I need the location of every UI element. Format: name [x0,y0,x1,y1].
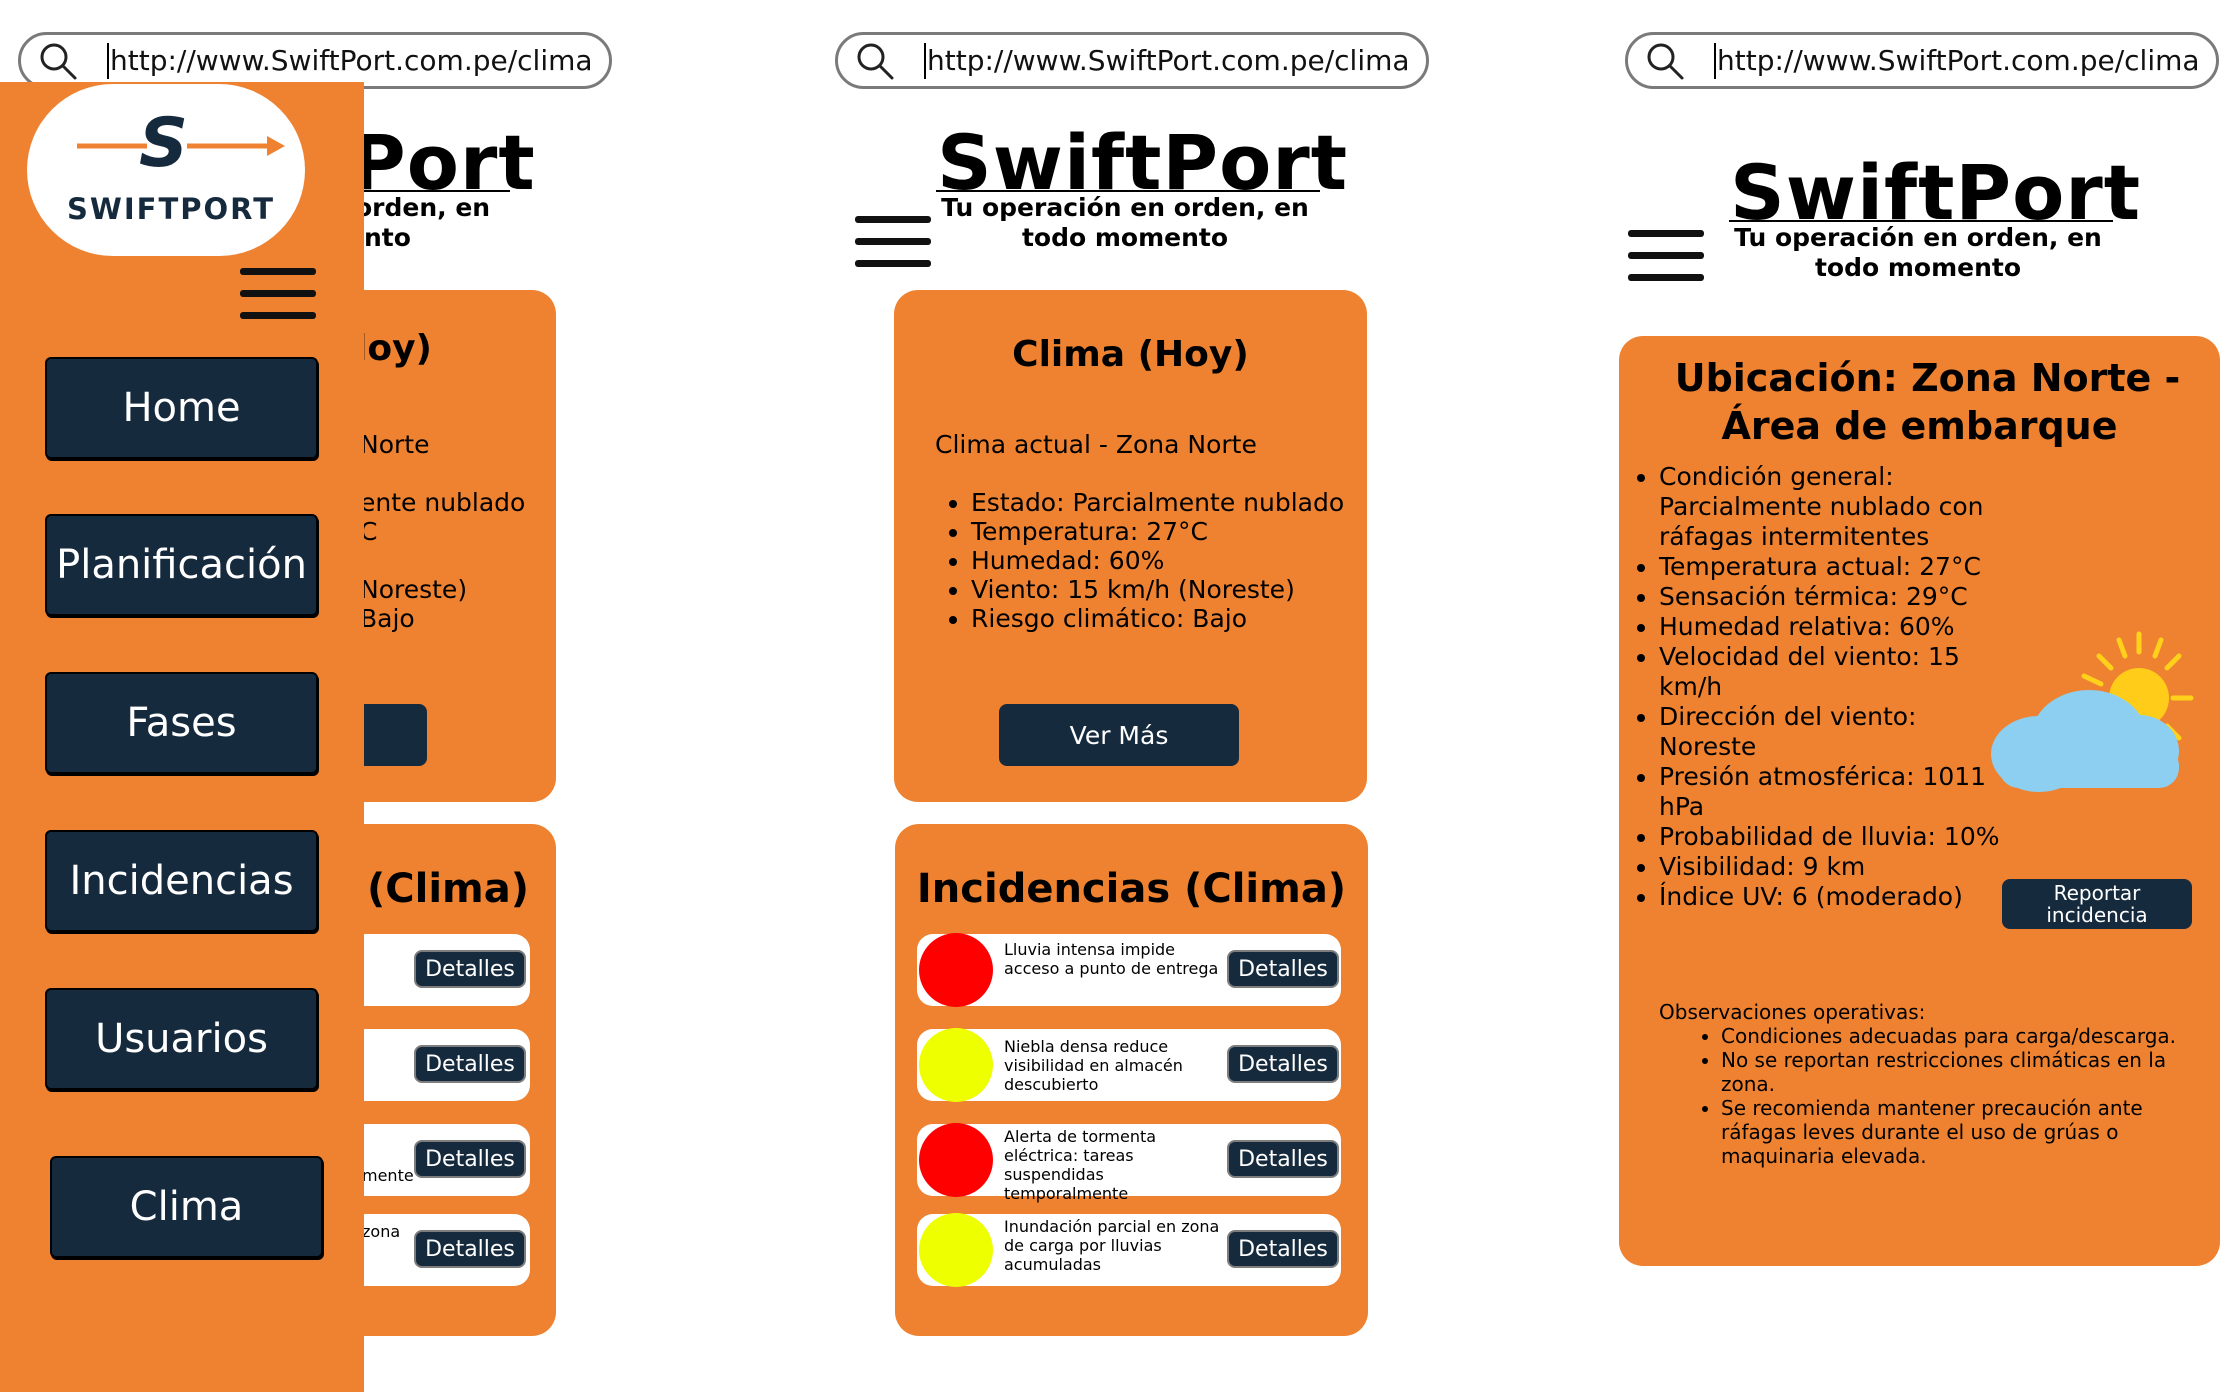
incident-text-fragment: zona [362,1222,401,1241]
text-caret [1714,42,1716,79]
incidents-card: Incidencias (Clima) Lluvia intensa impid… [895,824,1368,1336]
tagline-line1: Tu operación en orden, en [1734,223,2102,252]
weather-fragment-4: Noreste) [360,575,468,604]
details-button[interactable]: Detalles [1227,1230,1339,1268]
details-button[interactable]: Detalles [414,950,526,988]
text-caret [924,42,926,79]
incident-row: Alerta de tormenta eléctrica: tareas sus… [917,1123,1341,1203]
incident-text: Alerta de tormenta eléctrica: tareas sus… [1004,1127,1157,1203]
search-icon[interactable] [854,40,896,82]
observation-item: No se reportan restricciones climáticas … [1721,1048,2179,1096]
detail-list: Condición general: Parcialmente nublado … [1619,462,2019,912]
search-icon[interactable] [37,40,79,82]
url-bar[interactable]: http://www.SwiftPort.com.pe/clima [18,32,612,89]
url-text: http://www.SwiftPort.com.pe/clima [927,44,1410,77]
menu-item-usuarios[interactable]: Usuarios [45,988,318,1090]
brand-underline [364,190,510,192]
detail-item: Probabilidad de lluvia: 10% [1659,822,2019,852]
detail-item: Condición general: Parcialmente nublado … [1659,462,2019,552]
text-caret [107,42,109,79]
incidents-card-title: Incidencias (Clima) [916,866,1347,912]
hamburger-icon[interactable] [855,216,931,282]
details-button[interactable]: Detalles [414,1045,526,1083]
incident-text: Inundación parcial en zona de carga por … [1004,1217,1220,1274]
weather-subtitle: Clima actual - Zona Norte [935,430,1257,459]
detail-title-line1: Ubicación: Zona Norte - [1674,356,2181,400]
partly-cloudy-icon [1991,631,2194,792]
url-text: http://www.SwiftPort.com.pe/clima [1717,44,2200,77]
menu-item-incidencias[interactable]: Incidencias [45,830,318,932]
report-incident-button[interactable]: Reportar incidencia [2002,879,2192,929]
detail-item: Sensación térmica: 29°C [1659,582,2019,612]
detail-item: Dirección del viento: Noreste [1659,702,2019,762]
detail-item: Presión atmosférica: 1011 hPa [1659,762,2019,822]
weather-list: Estado: Parcialmente nublado Temperatura… [935,488,1344,633]
tagline-fragment-1: orden, en [355,193,491,222]
detail-item: Índice UV: 6 (moderado) [1659,882,2019,912]
detail-card: Ubicación: Zona Norte - Área de embarque… [1619,336,2220,1266]
details-button[interactable]: Detalles [414,1140,526,1178]
menu-item-planificacion[interactable]: Planificación [45,514,318,616]
weather-item: Riesgo climático: Bajo [971,604,1344,633]
incident-row: Inundación parcial en zona de carga por … [917,1213,1341,1287]
detail-item: Velocidad del viento: 15 km/h [1659,642,2019,702]
side-menu: S SWIFTPORT Home Planificación Fases Inc… [0,82,364,1392]
observation-item: Condiciones adecuadas para carga/descarg… [1721,1024,2179,1048]
details-button[interactable]: Detalles [414,1230,526,1268]
tagline-line1: Tu operación en orden, en [941,193,1309,222]
tagline-fragment-2: nto [364,223,411,252]
incidents-title-fragment: (Clima) [367,866,530,912]
logo-letter: S [139,104,188,183]
tagline-line2: todo momento [1814,253,2022,282]
incident-text: Lluvia intensa impide acceso a punto de … [1004,940,1219,978]
search-icon[interactable] [1644,40,1686,82]
alert-yellow-indicator [919,1213,993,1287]
observations-title: Observaciones operativas: [1659,1000,1926,1024]
alert-yellow-indicator [919,1028,993,1102]
url-bar[interactable]: http://www.SwiftPort.com.pe/clima [835,32,1429,89]
incident-text-fragment: mente [362,1166,414,1185]
observations: Observaciones operativas: Condiciones ad… [1659,1000,2179,1168]
logo-text: SWIFTPORT [67,192,275,226]
menu-item-clima[interactable]: Clima [50,1156,323,1258]
weather-fragment-5: Bajo [360,604,415,633]
weather-item: Temperatura: 27°C [971,517,1344,546]
incident-row: Lluvia intensa impide acceso a punto de … [917,933,1341,1007]
logo: S SWIFTPORT [27,84,305,256]
detail-item: Temperatura actual: 27°C [1659,552,2019,582]
incident-row: Niebla densa reduce visibilidad en almac… [917,1028,1341,1102]
details-button[interactable]: Detalles [1227,1140,1339,1178]
tagline-line2: todo momento [1021,223,1229,252]
weather-item: Estado: Parcialmente nublado [971,488,1344,517]
detail-title-line2: Área de embarque [1721,404,2118,448]
weather-item: Viento: 15 km/h (Noreste) [971,575,1344,604]
weather-card-title: Clima (Hoy) [1012,334,1249,375]
weather-fragment-2: ente nublado [360,488,526,517]
menu-item-fases[interactable]: Fases [45,672,318,774]
hamburger-icon[interactable] [240,268,316,334]
weather-fragment-1: Norte [360,430,430,459]
details-button[interactable]: Detalles [1227,950,1339,988]
weather-item: Humedad: 60% [971,546,1344,575]
url-text: http://www.SwiftPort.com.pe/clima [110,44,593,77]
detail-item: Humedad relativa: 60% [1659,612,2019,642]
menu-item-home[interactable]: Home [45,357,318,459]
weather-title-fragment: loy) [355,328,432,369]
url-bar[interactable]: http://www.SwiftPort.com.pe/clima [1625,32,2219,89]
detail-item: Visibilidad: 9 km [1659,852,2019,882]
brand-underline [1729,220,2113,222]
ver-mas-button[interactable]: Ver Más [999,704,1239,766]
weather-card: Clima (Hoy) Clima actual - Zona Norte Es… [894,290,1367,802]
observation-item: Se recomienda mantener precaución ante r… [1721,1096,2179,1168]
alert-red-indicator [919,933,993,1007]
details-button[interactable]: Detalles [1227,1045,1339,1083]
incident-text: Niebla densa reduce visibilidad en almac… [1004,1037,1183,1094]
brand-underline [936,190,1320,192]
hamburger-icon[interactable] [1628,230,1704,296]
alert-red-indicator [919,1123,993,1197]
